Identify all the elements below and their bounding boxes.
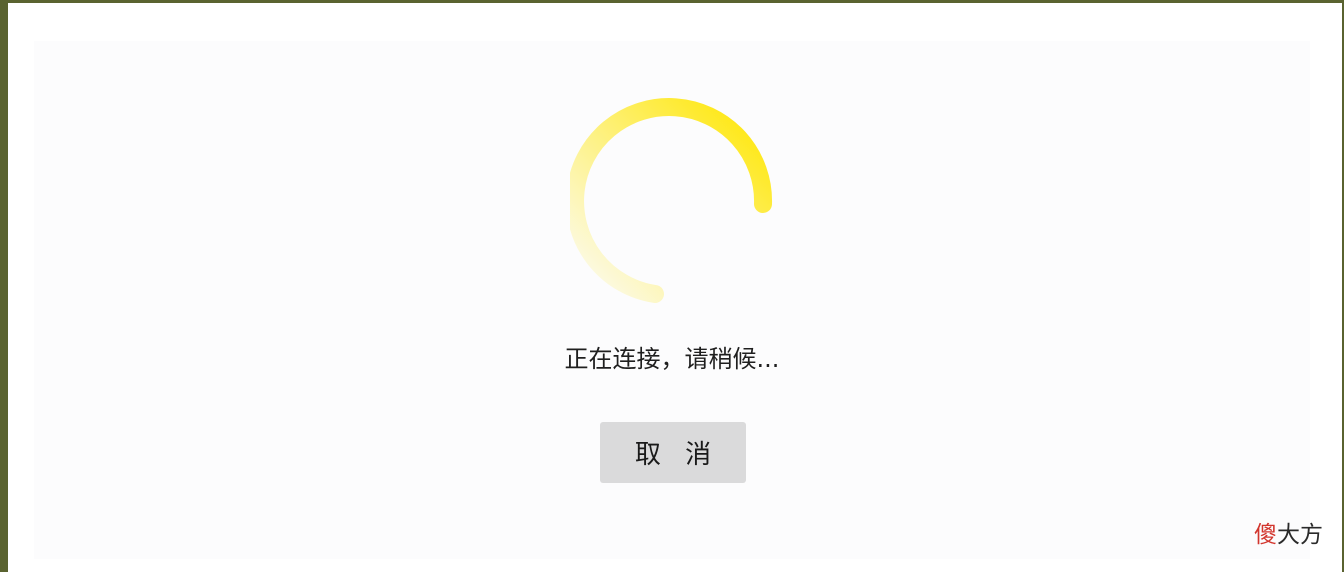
connecting-status-text: 正在连接，请稍候... xyxy=(564,345,780,373)
cancel-button[interactable]: 取 消 xyxy=(600,422,746,483)
watermark-dark-text: 大方 xyxy=(1277,522,1323,548)
loading-spinner-icon xyxy=(570,98,780,308)
watermark-red-text: 傻 xyxy=(1254,522,1277,548)
watermark: 傻大方 xyxy=(1254,518,1323,552)
